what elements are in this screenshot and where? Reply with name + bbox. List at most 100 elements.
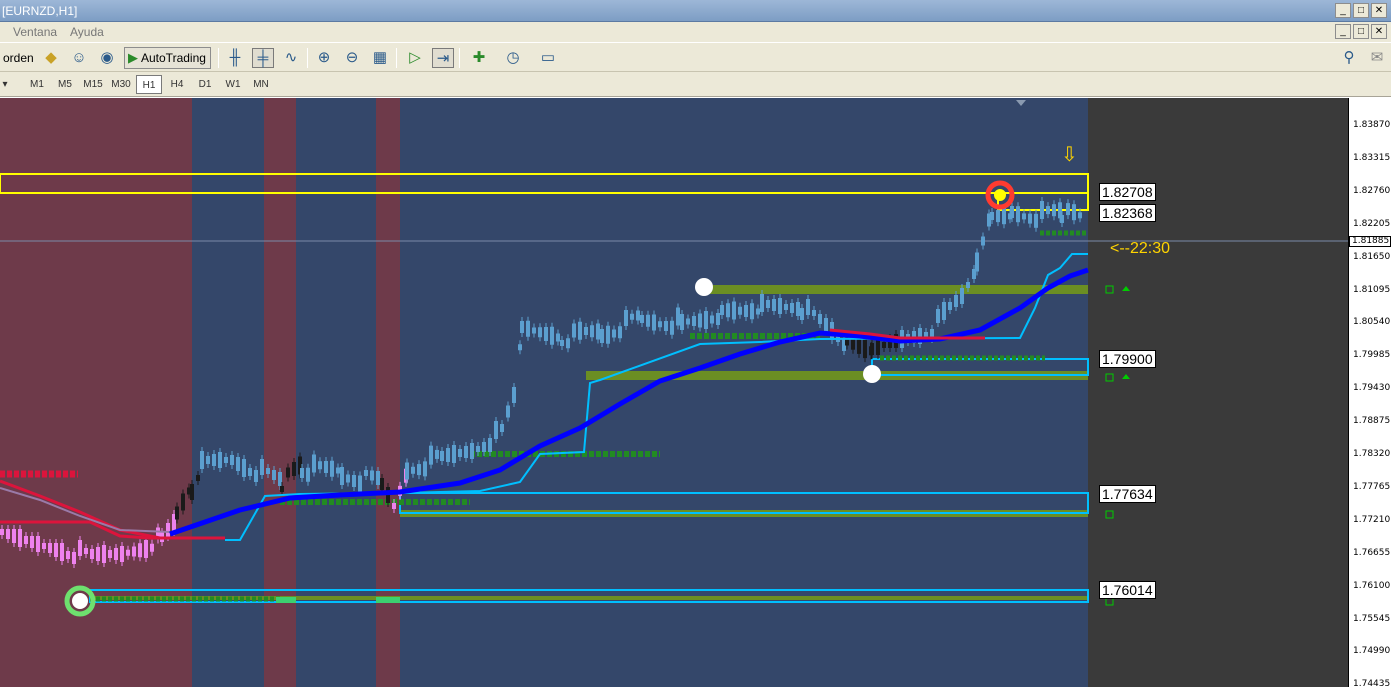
autotrading-button[interactable]: ▶ AutoTrading [124,47,211,69]
close-button[interactable]: ✕ [1371,3,1387,18]
candle-chart-icon[interactable]: ╪ [252,48,274,68]
candle-body [108,550,112,558]
chart-shift-icon[interactable]: ⇥ [432,48,454,68]
level-label: 1.82368 [1099,204,1156,222]
candle-body [750,303,754,320]
candle-body [698,313,702,328]
chat-icon[interactable]: ✉ [1366,48,1388,68]
tf-h4[interactable]: H4 [164,75,190,94]
tile-windows-icon[interactable]: ▦ [369,48,391,68]
candle-body [126,549,130,556]
candle-body [863,339,867,359]
candle-body [96,547,100,561]
candle-body [876,339,880,355]
tf-m5[interactable]: M5 [52,75,78,94]
menu-ayuda[interactable]: Ayuda [70,25,104,39]
mdi-restore-button[interactable]: □ [1353,24,1369,39]
people-icon[interactable]: ☺ [68,48,90,68]
candle-body [981,236,985,246]
candle-body [224,457,228,463]
tf-m30[interactable]: M30 [108,75,134,94]
new-order-button[interactable]: orden [3,51,34,65]
gold-icon[interactable]: ◆ [40,48,62,68]
candle-body [560,340,564,346]
line-chart-icon[interactable]: ∿ [280,48,302,68]
price-tick-label: 1.78320 [1353,449,1391,459]
tf-d1[interactable]: D1 [192,75,218,94]
candle-body [166,523,170,537]
candle-body [506,405,510,418]
candle-body [181,493,185,511]
zoom-in-icon[interactable]: ⊕ [313,48,335,68]
level-label: 1.82708 [1099,183,1156,201]
tf-m15[interactable]: M15 [80,75,106,94]
mdi-close-button[interactable]: ✕ [1371,24,1387,39]
candle-body [538,327,542,338]
autoscroll-icon[interactable]: ▷ [404,48,426,68]
zoom-out-icon[interactable]: ⊖ [341,48,363,68]
candle-body [236,457,240,471]
candle-body [870,343,874,355]
candle-body [948,302,952,310]
candle-body [346,474,350,483]
candle-body [280,486,284,492]
dropdown-arrow-icon[interactable]: ▾ [0,75,10,94]
signal-square [1105,597,1114,606]
candle-body [482,442,486,452]
support-band [90,596,1088,600]
candle-body [306,467,310,482]
candle-body [640,315,644,323]
candle-body [572,323,576,338]
candle-body [242,459,246,477]
search-icon[interactable]: ⚲ [1338,48,1360,68]
candle-body [494,421,498,439]
candle-body [476,446,480,452]
tf-m1[interactable]: M1 [24,75,50,94]
candle-body [318,461,322,470]
candle-body [278,472,282,486]
candle-body [18,529,22,547]
sell-target-core [994,189,1006,201]
candle-body [500,424,504,432]
pivot-marker [863,365,881,383]
candle-body [42,543,46,549]
candle-body [796,302,800,316]
candle-body [358,475,362,492]
periods-icon[interactable]: ◷ [502,48,524,68]
signal-icon[interactable]: ◉ [96,48,118,68]
tf-mn[interactable]: MN [248,75,274,94]
candle-body [90,549,94,559]
indicators-icon[interactable]: ✚ [468,48,490,68]
maximize-button[interactable]: □ [1353,3,1369,18]
candle-body [996,210,1000,223]
candle-body [423,461,427,477]
price-tick-label: 1.82205 [1353,218,1391,229]
current-price-label: 1.81885 [1349,236,1391,247]
candle-body [1066,203,1070,216]
candle-body [726,303,730,318]
candle-body [1078,212,1082,219]
candle-body [966,282,970,288]
tf-w1[interactable]: W1 [220,75,246,94]
candle-body [732,301,736,320]
signal-square [1105,510,1114,519]
menu-ventana[interactable]: Ventana [13,25,57,39]
candle-body [1046,206,1050,215]
candle-body [1022,213,1026,220]
templates-icon[interactable]: ▭ [537,48,559,68]
candle-body [272,470,276,480]
bar-chart-icon[interactable]: ╫ [224,48,246,68]
candle-body [464,446,468,458]
timeframe-toolbar: ▾ M1 M5 M15 M30 H1 H4 D1 W1 MN [0,72,1391,97]
minimize-button[interactable]: _ [1335,3,1351,18]
candle-body [596,323,600,340]
pivot-marker [695,278,713,296]
candle-body [520,321,524,333]
tf-h1[interactable]: H1 [136,75,162,94]
candle-body [452,445,456,463]
window-title: [EURNZD,H1] [2,4,78,18]
candle-body [544,327,548,341]
candle-body [102,545,106,563]
mdi-minimize-button[interactable]: _ [1335,24,1351,39]
price-tick-label: 1.76100 [1353,580,1391,591]
